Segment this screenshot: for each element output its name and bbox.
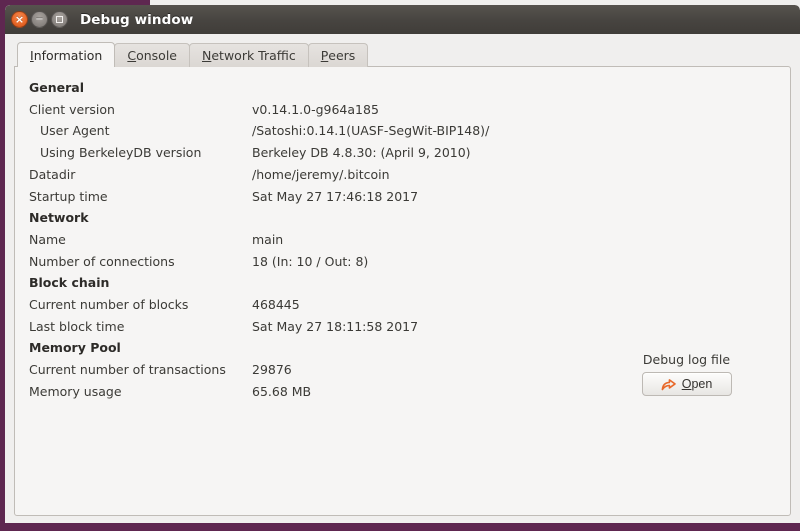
- open-debug-log-button[interactable]: Open: [641, 372, 732, 396]
- row-label-user-agent: User Agent: [40, 123, 110, 139]
- section-heading-block-chain: Block chain: [29, 275, 110, 291]
- row-label-client-version: Client version: [29, 101, 115, 117]
- tab-console[interactable]: Console: [114, 43, 190, 67]
- window-controls: × −: [11, 11, 68, 28]
- debug-window: × − Debug window Information Console Net…: [5, 5, 800, 523]
- row-value-last-block-time: Sat May 27 18:11:58 2017: [252, 318, 419, 334]
- row-label-current-number-of-transactions: Current number of transactions: [29, 362, 226, 378]
- row-value-berkeleydb-version: Berkeley DB 4.8.30: (April 9, 2010): [252, 145, 471, 161]
- tab-information[interactable]: Information: [17, 42, 116, 67]
- open-button-label: pen: [691, 377, 713, 391]
- section-heading-network: Network: [29, 210, 89, 226]
- row-value-current-number-of-blocks: 468445: [252, 297, 300, 313]
- tab-network-traffic-mnemonic: N: [202, 48, 212, 63]
- tab-peers-label: eers: [328, 48, 356, 63]
- open-button-text: Open: [682, 377, 713, 391]
- tab-peers-mnemonic: P: [320, 48, 329, 63]
- row-value-datadir: /home/jeremy/.bitcoin: [252, 166, 390, 182]
- minimize-icon[interactable]: −: [31, 11, 48, 28]
- maximize-icon[interactable]: [51, 11, 68, 28]
- row-value-client-version: v0.14.1.0-g964a185: [252, 101, 379, 117]
- window-title: Debug window: [80, 11, 194, 28]
- row-label-current-number-of-blocks: Current number of blocks: [29, 297, 189, 313]
- tab-peers[interactable]: Peers: [307, 43, 369, 67]
- window-body: Information Console Network Traffic Peer…: [5, 34, 800, 523]
- tab-console-label: onsole: [136, 48, 177, 63]
- row-value-startup-time: Sat May 27 17:46:18 2017: [252, 188, 419, 204]
- open-arrow-icon: [661, 378, 676, 390]
- row-value-user-agent: /Satoshi:0.14.1(UASF-SegWit-BIP148)/: [252, 123, 490, 139]
- tab-console-mnemonic: C: [127, 48, 137, 63]
- row-label-datadir: Datadir: [29, 166, 76, 182]
- section-heading-general: General: [29, 80, 84, 95]
- row-label-number-of-connections: Number of connections: [29, 253, 175, 269]
- row-label-last-block-time: Last block time: [29, 318, 125, 334]
- row-value-number-of-connections: 18 (In: 10 / Out: 8): [252, 253, 369, 269]
- row-label-memory-usage: Memory usage: [29, 383, 122, 399]
- information-panel: General Client version v0.14.1.0-g964a18…: [14, 66, 791, 516]
- tab-network-traffic[interactable]: Network Traffic: [189, 43, 309, 67]
- tab-information-label: nformation: [33, 47, 103, 63]
- row-label-startup-time: Startup time: [29, 188, 108, 204]
- close-icon[interactable]: ×: [11, 11, 28, 28]
- debug-log-file-label: Debug log file: [642, 352, 731, 367]
- window-titlebar[interactable]: × − Debug window: [5, 5, 800, 34]
- debug-log-file-block: Debug log file Open: [594, 350, 779, 396]
- open-button-mnemonic: O: [681, 377, 692, 391]
- row-value-name: main: [252, 231, 284, 247]
- tab-network-traffic-label: etwork Traffic: [211, 48, 296, 63]
- row-label-name: Name: [29, 231, 66, 247]
- tab-bar: Information Console Network Traffic Peer…: [14, 42, 791, 67]
- row-label-berkeleydb-version: Using BerkeleyDB version: [40, 145, 202, 161]
